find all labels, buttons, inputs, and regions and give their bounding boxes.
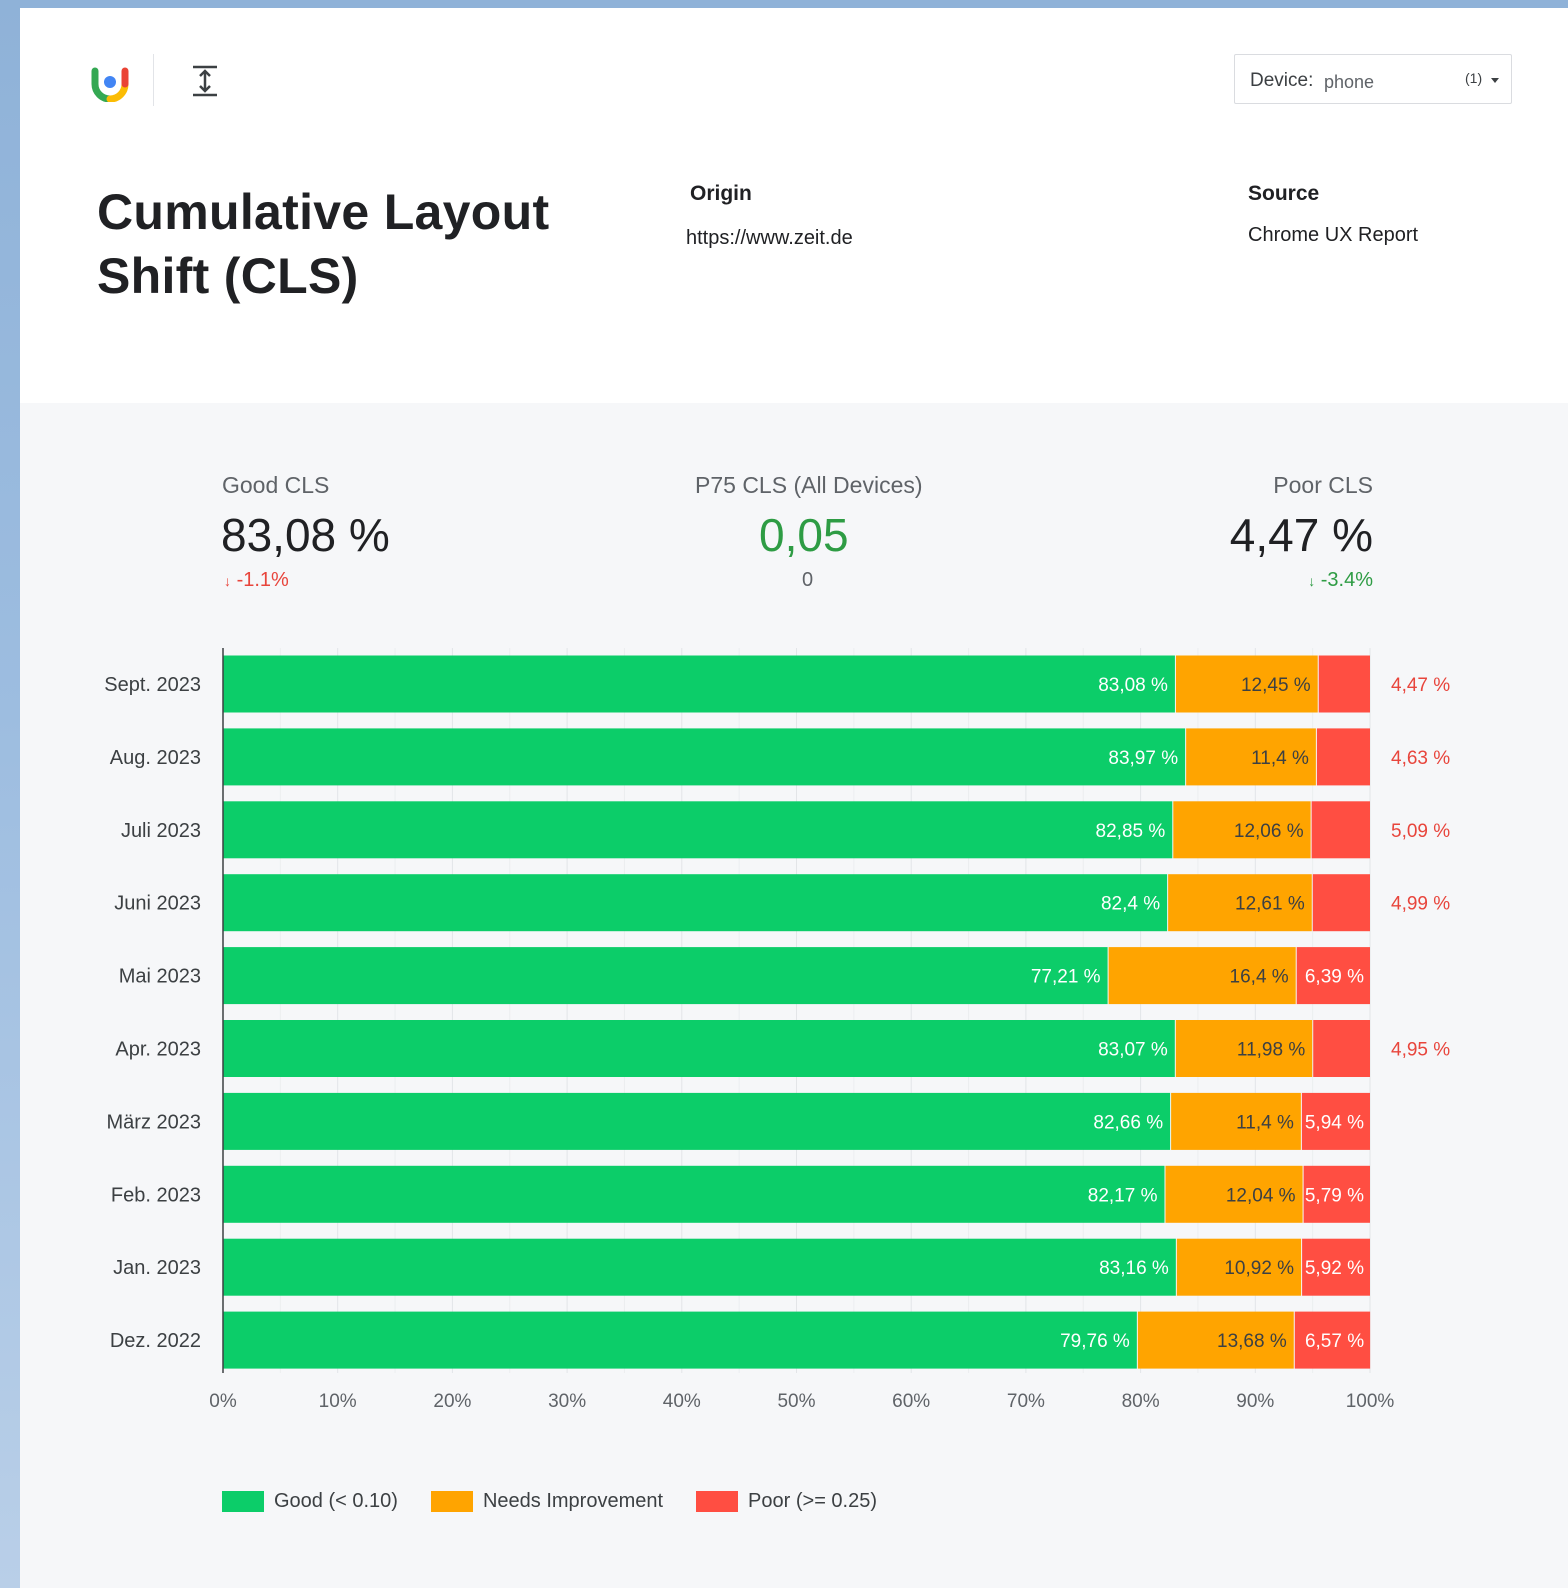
data-label-good: 82,17 %	[1088, 1185, 1158, 1206]
data-label-needs-improvement: 12,61 %	[1235, 894, 1305, 915]
category-label: Mai 2023	[119, 966, 201, 988]
legend-item-poor: Poor (>= 0.25)	[696, 1490, 877, 1513]
x-tick-label: 20%	[433, 1391, 471, 1412]
data-label-good: 79,76 %	[1060, 1331, 1130, 1352]
cls-distribution-chart: 0% 10% 20% 30% 40% 50% 60% 70% 80% 90% 100% Sept. 2…	[104, 648, 1450, 1412]
legend-item-needs-improvement: Needs Improvement	[430, 1489, 664, 1513]
data-label-good: 83,07 %	[1098, 1040, 1168, 1061]
bar-segment-poor	[1318, 655, 1370, 713]
data-label-poor: 5,09 %	[1391, 821, 1450, 842]
legend-label-poor: Poor (>= 0.25)	[748, 1489, 878, 1512]
data-label-good: 83,08 %	[1098, 675, 1168, 696]
data-label-poor: 6,39 %	[1305, 967, 1364, 988]
data-label-needs-improvement: 12,04 %	[1226, 1185, 1296, 1206]
bar-segment-good	[223, 1311, 1137, 1369]
bar-segment-poor	[1312, 874, 1370, 932]
x-tick-label: 0%	[209, 1391, 237, 1412]
data-label-good: 83,97 %	[1108, 748, 1178, 769]
bar-segment-good	[223, 1092, 1171, 1150]
category-label: Aug. 2023	[110, 747, 201, 769]
category-label: Feb. 2023	[111, 1184, 201, 1206]
data-label-needs-improvement: 11,4 %	[1251, 748, 1309, 769]
bar-segment-poor	[1316, 728, 1370, 786]
bar-segment-good	[223, 728, 1186, 786]
x-tick-label: 90%	[1236, 1391, 1274, 1412]
chart-legend: Good (< 0.10) Needs Improvement Poor (>=…	[222, 1488, 910, 1514]
bar-segment-good	[223, 655, 1175, 713]
data-label-good: 77,21 %	[1031, 967, 1101, 988]
data-label-poor: 4,99 %	[1391, 894, 1450, 915]
bar-segment-good	[223, 874, 1168, 932]
category-label: Sept. 2023	[104, 674, 201, 696]
x-tick-label: 70%	[1007, 1391, 1045, 1412]
legend-label-good: Good (< 0.10)	[274, 1489, 398, 1512]
data-label-good: 82,85 %	[1096, 821, 1166, 842]
x-tick-label: 100%	[1346, 1391, 1395, 1412]
x-tick-label: 30%	[548, 1391, 586, 1412]
category-label: Juli 2023	[121, 820, 201, 842]
x-tick-label: 50%	[777, 1391, 815, 1412]
data-label-needs-improvement: 12,06 %	[1234, 821, 1304, 842]
x-tick-label: 40%	[663, 1391, 701, 1412]
category-label: März 2023	[107, 1111, 202, 1133]
data-label-needs-improvement: 11,98 %	[1237, 1040, 1305, 1061]
data-label-needs-improvement: 16,4 %	[1230, 967, 1289, 988]
data-label-poor: 4,95 %	[1391, 1040, 1450, 1061]
data-label-needs-improvement: 11,4 %	[1236, 1112, 1294, 1133]
report-card: Device: phone (1) Cumulative Layout Shif…	[20, 8, 1568, 1588]
data-label-poor: 5,79 %	[1305, 1185, 1364, 1206]
legend-item-good: Good (< 0.10)	[222, 1490, 398, 1513]
bar-segment-good	[223, 1165, 1165, 1223]
legend-swatch-good	[222, 1490, 264, 1512]
legend-label-needs-improvement: Needs Improvement	[482, 1489, 664, 1512]
category-label: Jan. 2023	[113, 1257, 201, 1279]
x-tick-label: 10%	[319, 1391, 357, 1412]
bar-segment-poor	[1313, 1020, 1370, 1077]
data-label-poor: 4,63 %	[1391, 748, 1450, 769]
bar-segment-good	[223, 1020, 1175, 1077]
category-label: Apr. 2023	[115, 1039, 201, 1061]
bar-segment-good	[223, 801, 1173, 859]
category-label: Dez. 2022	[110, 1330, 201, 1352]
data-label-needs-improvement: 12,45 %	[1241, 675, 1311, 696]
data-label-poor: 4,47 %	[1391, 675, 1450, 696]
data-label-good: 82,66 %	[1093, 1112, 1163, 1133]
bar-segment-poor	[1311, 801, 1370, 859]
data-label-needs-improvement: 10,92 %	[1224, 1258, 1294, 1279]
category-label: Juni 2023	[114, 893, 201, 915]
data-label-poor: 6,57 %	[1305, 1331, 1364, 1352]
data-label-good: 82,4 %	[1101, 894, 1160, 915]
bar-segment-good	[223, 947, 1108, 1005]
legend-swatch-needs-improvement	[430, 1490, 473, 1512]
bar-segment-good	[223, 1238, 1176, 1296]
data-label-poor: 5,94 %	[1305, 1112, 1364, 1133]
data-label-good: 83,16 %	[1099, 1258, 1169, 1279]
legend-swatch-poor	[696, 1490, 739, 1512]
x-tick-label: 80%	[1122, 1391, 1160, 1412]
data-label-needs-improvement: 13,68 %	[1217, 1331, 1287, 1352]
data-label-poor: 5,92 %	[1305, 1258, 1364, 1279]
x-tick-label: 60%	[892, 1391, 930, 1412]
